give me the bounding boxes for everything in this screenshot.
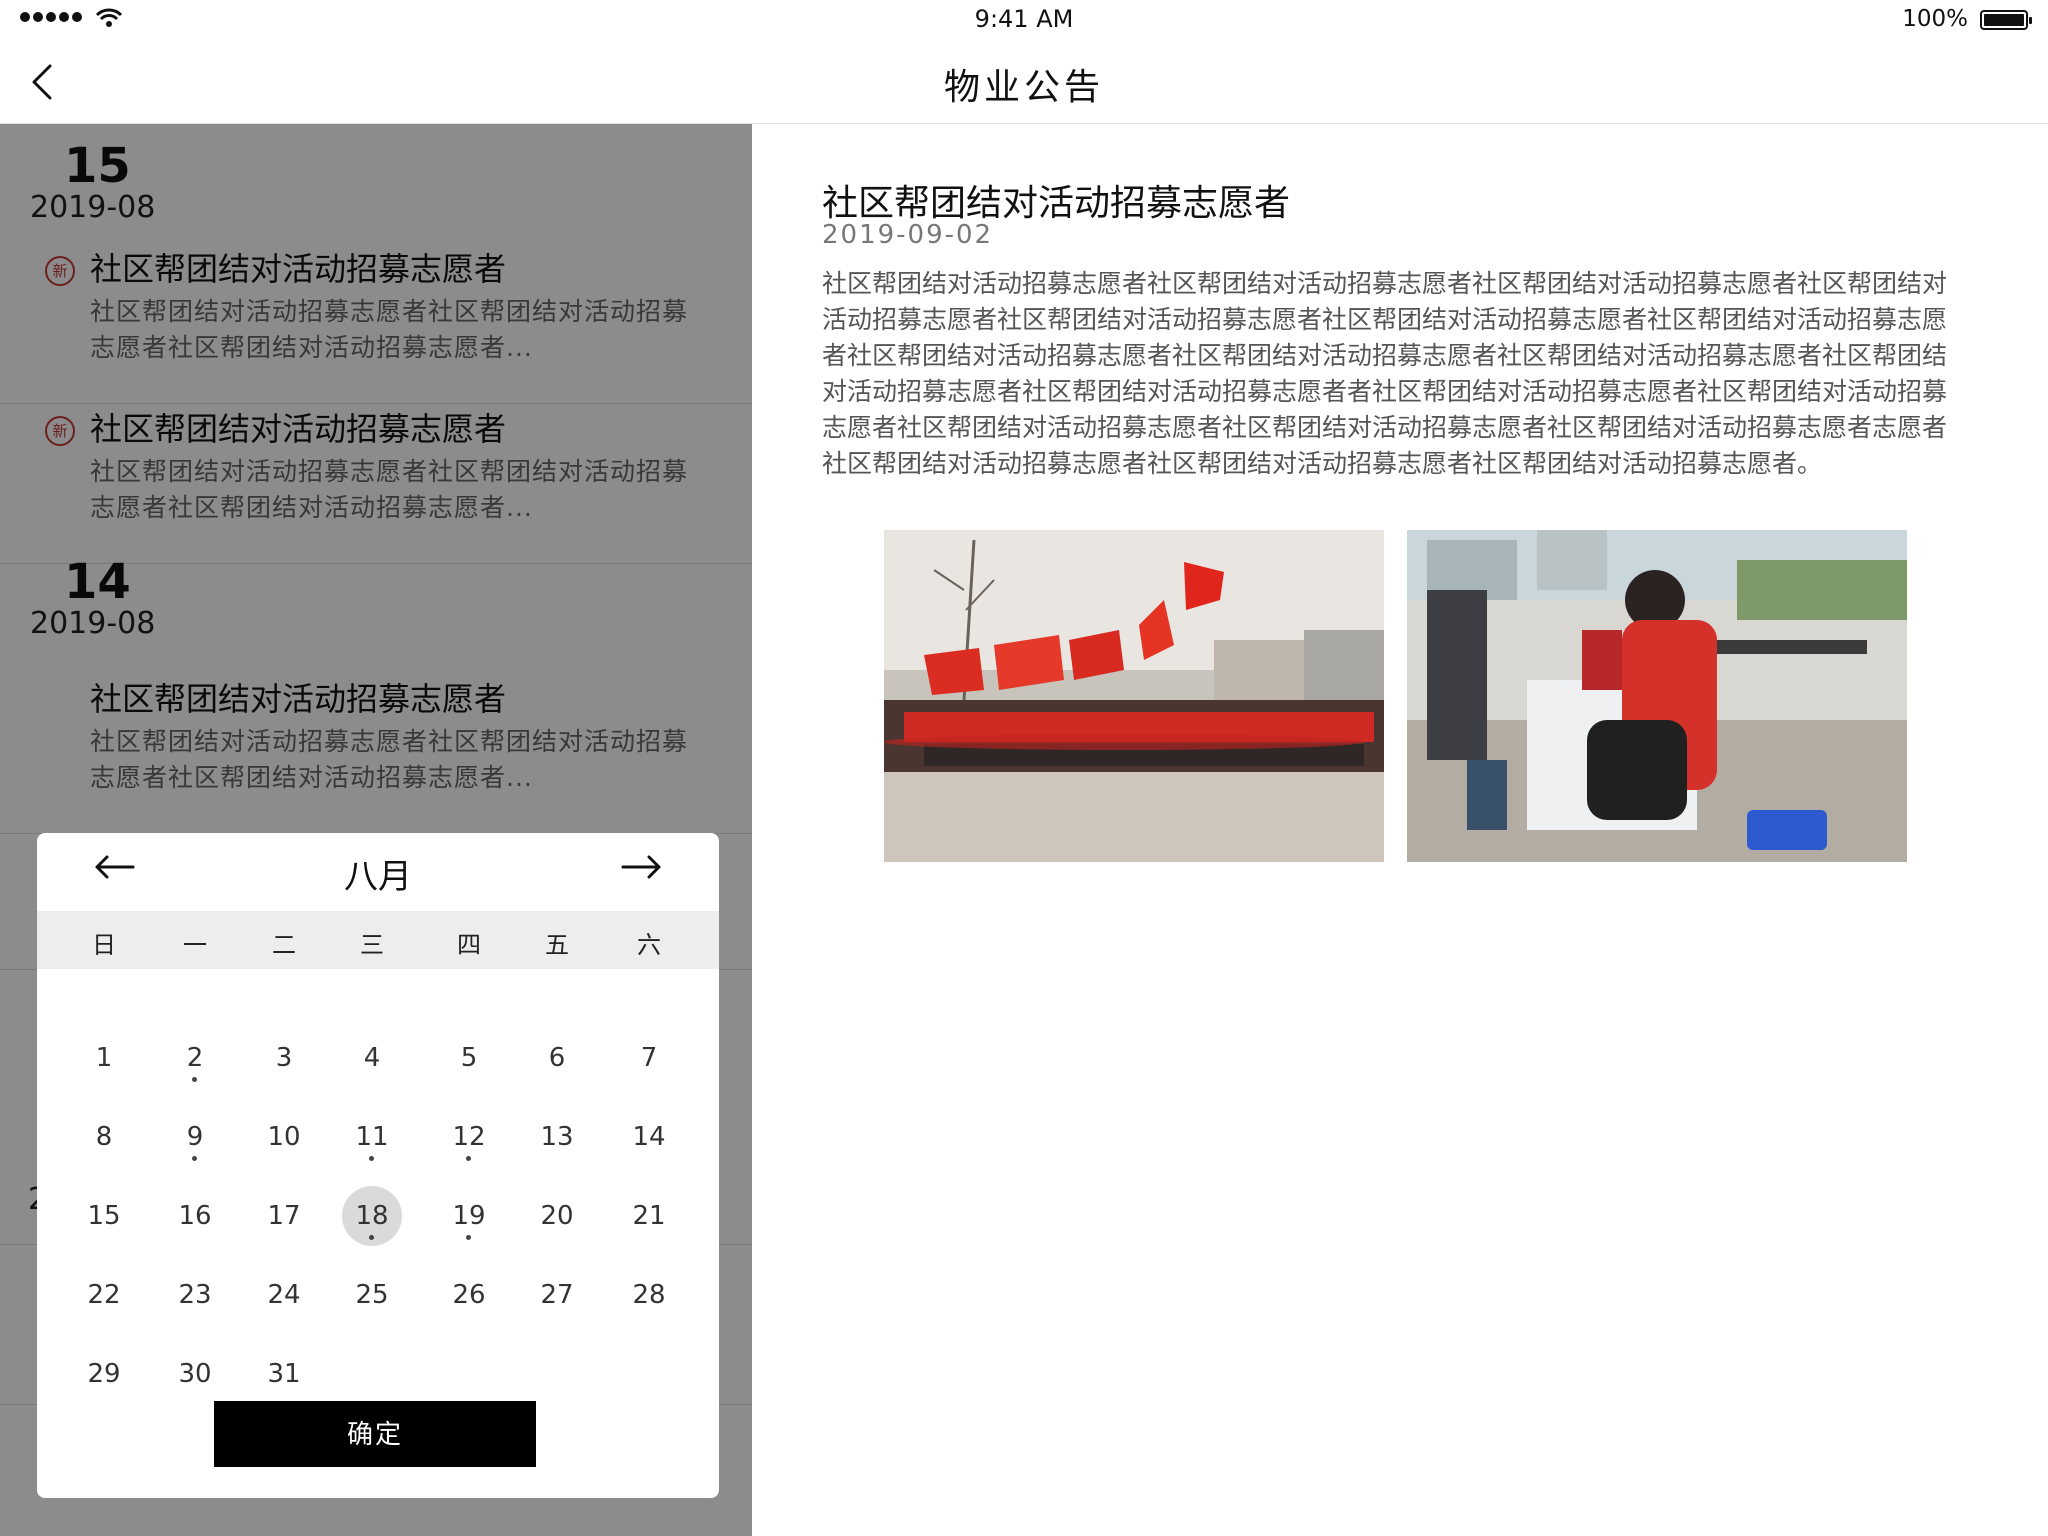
weekday-label: 日: [92, 931, 116, 959]
calendar-day[interactable]: 28: [619, 1265, 679, 1325]
calendar-day[interactable]: 12: [439, 1107, 499, 1167]
calendar-day[interactable]: 16: [165, 1186, 225, 1246]
page-title: 物业公告: [943, 67, 1104, 108]
calendar-day[interactable]: 25: [342, 1265, 402, 1325]
detail-title: 社区帮团结对活动招募志愿者: [822, 183, 1291, 224]
event-dot: [192, 1077, 197, 1082]
calendar-day-number: 15: [87, 1201, 121, 1231]
calendar-day[interactable]: 22: [74, 1265, 134, 1325]
calendar-day[interactable]: 4: [342, 1028, 402, 1088]
weekday-label: 四: [457, 931, 481, 959]
calendar-popup: 八月 日一二三四五六 1 2 3 4 5 6 7 8 9 10 11 12 13 14 15 16 17 18 19…: [37, 833, 719, 1498]
calendar-day-number: 31: [267, 1359, 301, 1389]
calendar-day-number: 17: [267, 1201, 301, 1231]
weekday-label: 三: [360, 931, 384, 959]
calendar-day[interactable]: 30: [165, 1344, 225, 1404]
calendar-day-number: 11: [355, 1122, 389, 1152]
calendar-day[interactable]: 14: [619, 1107, 679, 1167]
calendar-day[interactable]: 31: [254, 1344, 314, 1404]
weekday-label: 一: [183, 931, 207, 959]
calendar-day-number: 28: [632, 1280, 666, 1310]
calendar-day[interactable]: 1: [74, 1028, 134, 1088]
calendar-day[interactable]: 21: [619, 1186, 679, 1246]
calendar-day-number: 29: [87, 1359, 121, 1389]
calendar-day[interactable]: 27: [527, 1265, 587, 1325]
calendar-day-number: 20: [540, 1201, 574, 1231]
calendar-day[interactable]: 6: [527, 1028, 587, 1088]
calendar-day-number: 12: [452, 1122, 486, 1152]
weekday-label: 六: [637, 931, 661, 959]
calendar-day[interactable]: 2: [165, 1028, 225, 1088]
calendar-day-number: 9: [186, 1122, 204, 1152]
calendar-day-number: 16: [178, 1201, 212, 1231]
calendar-day-number: 24: [267, 1280, 301, 1310]
calendar-day-number: 6: [548, 1043, 566, 1073]
calendar-day[interactable]: 17: [254, 1186, 314, 1246]
calendar-day[interactable]: 9: [165, 1107, 225, 1167]
weekday-row: 日一二三四五六: [37, 911, 719, 969]
calendar-day[interactable]: 15: [74, 1186, 134, 1246]
event-dot: [466, 1235, 471, 1240]
calendar-day[interactable]: 5: [439, 1028, 499, 1088]
detail-date: 2019-09-02: [822, 220, 994, 250]
battery-icon: [1980, 10, 2032, 30]
calendar-day[interactable]: 13: [527, 1107, 587, 1167]
calendar-day[interactable]: 26: [439, 1265, 499, 1325]
calendar-day[interactable]: 23: [165, 1265, 225, 1325]
calendar-day-number: 23: [178, 1280, 212, 1310]
calendar-header: 八月: [37, 833, 719, 911]
calendar-day[interactable]: 11: [342, 1107, 402, 1167]
weekday-label: 五: [545, 931, 569, 959]
calendar-day-number: 18: [355, 1201, 389, 1231]
calendar-day[interactable]: 8: [74, 1107, 134, 1167]
detail-body: 社区帮团结对活动招募志愿者社区帮团结对活动招募志愿者社区帮团结对活动招募志愿者社…: [822, 269, 1948, 478]
calendar-day-number: 19: [452, 1201, 486, 1231]
calendar-day-number: 8: [95, 1122, 113, 1152]
event-photo[interactable]: [884, 530, 1384, 862]
calendar-day[interactable]: 3: [254, 1028, 314, 1088]
calendar-day-number: 14: [632, 1122, 666, 1152]
calendar-day[interactable]: 10: [254, 1107, 314, 1167]
confirm-button[interactable]: 确定: [214, 1401, 536, 1467]
calendar-day-selected[interactable]: 18: [342, 1186, 402, 1246]
calendar-day[interactable]: 7: [619, 1028, 679, 1088]
event-dot: [369, 1156, 374, 1161]
calendar-day-number: 21: [632, 1201, 666, 1231]
calendar-day-number: 4: [363, 1043, 381, 1073]
calendar-day-number: 25: [355, 1280, 389, 1310]
event-photo[interactable]: [1407, 530, 1907, 862]
calendar-day-number: 27: [540, 1280, 574, 1310]
calendar-day[interactable]: 24: [254, 1265, 314, 1325]
calendar-day[interactable]: 20: [527, 1186, 587, 1246]
battery-percentage: 100%: [1902, 6, 1968, 32]
next-month-button[interactable]: [619, 847, 663, 897]
calendar-day-number: 2: [186, 1043, 204, 1073]
nav-bar: 物业公告: [0, 40, 2048, 124]
status-time: 9:41 AM: [974, 5, 1074, 33]
calendar-day[interactable]: 19: [439, 1186, 499, 1246]
status-bar: 9:41 AM 100%: [0, 0, 2048, 40]
event-dot: [466, 1156, 471, 1161]
calendar-day-number: 3: [275, 1043, 293, 1073]
calendar-day-number: 5: [460, 1043, 478, 1073]
calendar-day-number: 22: [87, 1280, 121, 1310]
event-dot: [192, 1156, 197, 1161]
weekday-label: 二: [272, 931, 296, 959]
calendar-month: 八月: [344, 857, 412, 897]
calendar-day-number: 30: [178, 1359, 212, 1389]
calendar-day-number: 10: [267, 1122, 301, 1152]
calendar-day[interactable]: 29: [74, 1344, 134, 1404]
calendar-day-number: 13: [540, 1122, 574, 1152]
calendar-day-number: 1: [95, 1043, 113, 1073]
calendar-day-number: 26: [452, 1280, 486, 1310]
calendar-day-number: 7: [640, 1043, 658, 1073]
notice-detail: 社区帮团结对活动招募志愿者 2019-09-02 社区帮团结对活动招募志愿者社区…: [752, 124, 2048, 1536]
event-dot: [369, 1235, 374, 1240]
arrow-right-icon: [621, 855, 661, 879]
